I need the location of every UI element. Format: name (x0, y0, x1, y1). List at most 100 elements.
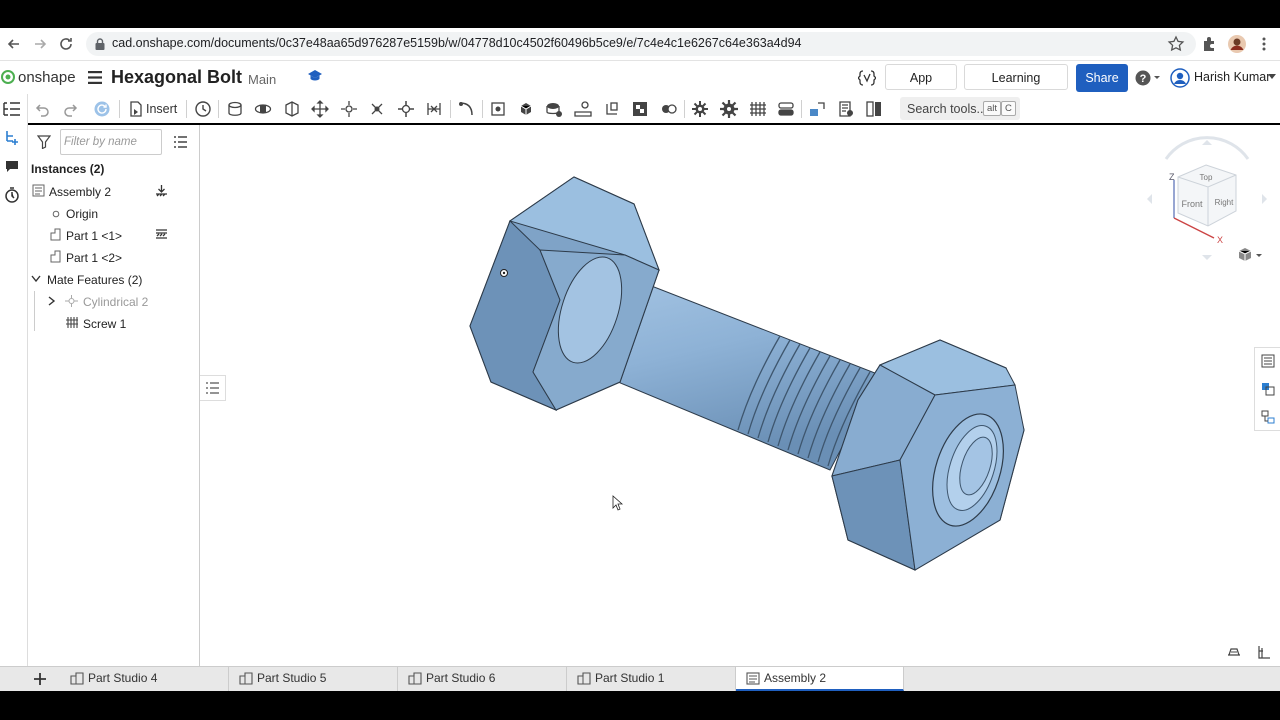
share-button[interactable]: Share (1076, 64, 1128, 92)
tangent-mate-icon[interactable] (457, 100, 475, 118)
tree-item-part-1-1[interactable]: Part 1 <1> (28, 225, 199, 247)
learning-center-button[interactable]: Learning Center (964, 64, 1068, 111)
help-icon[interactable]: ? (1135, 70, 1161, 86)
profile-avatar-icon[interactable] (1227, 34, 1247, 54)
tab-part-studio-4[interactable]: Part Studio 4 (60, 667, 229, 691)
linear-relation-icon[interactable] (631, 100, 649, 118)
instances-header[interactable]: Instances (2) (31, 162, 104, 176)
part-studio-icon (70, 672, 84, 685)
render-mode-icon[interactable] (1226, 645, 1242, 659)
planar-mate-icon[interactable] (311, 100, 329, 118)
belt-relation-icon[interactable] (777, 100, 795, 118)
hamburger-menu-icon[interactable] (88, 71, 102, 84)
mate-features-label: Mate Features (2) (47, 273, 143, 287)
bookmark-star-icon[interactable] (1166, 34, 1186, 54)
part-studio-icon (239, 672, 253, 685)
fastened-mate-icon[interactable] (226, 100, 244, 118)
fixed-ground-icon[interactable] (155, 184, 168, 198)
variable-studio-icon[interactable] (858, 70, 876, 86)
revolute-mate-icon[interactable] (254, 100, 272, 118)
tab-label: Part Studio 5 (257, 671, 327, 685)
properties-list-icon[interactable] (1261, 354, 1275, 368)
learning-cap-icon[interactable] (307, 69, 323, 83)
list-view-icon[interactable] (174, 136, 187, 148)
replicate-clock-icon[interactable] (194, 100, 212, 118)
insert-mate-connector-icon[interactable] (4, 130, 20, 146)
named-positions-icon[interactable] (865, 100, 883, 118)
user-name[interactable]: Harish Kumar (1194, 70, 1270, 84)
chevron-right-icon[interactable] (48, 296, 56, 306)
tab-part-studio-5[interactable]: Part Studio 5 (229, 667, 398, 691)
search-tools-box[interactable]: Search tools... alt C (900, 97, 1020, 120)
tab-part-studio-6[interactable]: Part Studio 6 (398, 667, 567, 691)
undo-icon[interactable] (33, 100, 51, 118)
tree-item-part-1-2[interactable]: Part 1 <2> (28, 247, 199, 269)
parallel-mate-icon[interactable] (425, 100, 443, 118)
reload-icon[interactable] (56, 34, 76, 54)
feature-list-icon[interactable] (3, 101, 21, 117)
chevron-down-icon[interactable] (31, 275, 41, 283)
instances-tree-icon[interactable] (1261, 410, 1275, 424)
gear-settings-icon[interactable] (691, 100, 709, 118)
graphics-viewport[interactable]: Top Front Right Z X (200, 125, 1280, 666)
back-arrow-icon[interactable] (4, 34, 24, 54)
rack-pinion-icon[interactable] (574, 100, 592, 118)
tree-item-assembly[interactable]: Assembly 2 (28, 181, 199, 203)
ball-mate-icon[interactable] (397, 100, 415, 118)
redo-icon[interactable] (62, 100, 80, 118)
insert-button-label[interactable]: Insert (146, 102, 177, 116)
tree-item-origin[interactable]: Origin (28, 203, 199, 225)
gear-relation-icon[interactable] (545, 100, 563, 118)
onshape-logo-icon (1, 70, 15, 84)
app-store-button[interactable]: App Store (885, 64, 957, 111)
tab-assembly-2[interactable]: Assembly 2 (736, 667, 904, 691)
pin-slot-mate-icon[interactable] (368, 100, 386, 118)
units-ruler-icon[interactable] (1256, 645, 1272, 659)
url-text: cad.onshape.com/documents/0c37e48aa65d97… (112, 36, 802, 50)
onshape-logo-text[interactable]: onshape (18, 69, 76, 86)
svg-text:?: ? (1140, 73, 1147, 85)
extensions-puzzle-icon[interactable] (1199, 34, 1219, 54)
mate-connector-icon[interactable] (489, 100, 507, 118)
tree-item-screw[interactable]: Screw 1 (28, 313, 199, 335)
app-header: onshape Hexagonal Bolt Main App Store Le… (0, 61, 1280, 111)
regenerate-icon[interactable] (93, 100, 111, 118)
document-title[interactable]: Hexagonal Bolt (111, 67, 242, 88)
part-studio-icon (577, 672, 591, 685)
cylindrical-mate-icon (64, 294, 79, 308)
slider-mate-icon[interactable] (283, 100, 301, 118)
add-tab-plus-icon[interactable] (32, 671, 48, 687)
insert-icon[interactable] (127, 100, 145, 118)
cylindrical-mate-icon[interactable] (340, 100, 358, 118)
gear-cog-icon[interactable] (720, 100, 738, 118)
lock-icon (94, 37, 106, 51)
screw-relation-icon[interactable] (603, 100, 621, 118)
section-view-icon[interactable] (837, 100, 855, 118)
tab-label: Part Studio 4 (88, 671, 158, 685)
tab-part-studio-1[interactable]: Part Studio 1 (567, 667, 736, 691)
history-timer-icon[interactable] (4, 187, 20, 203)
tree-item-cylindrical[interactable]: Cylindrical 2 (28, 291, 199, 313)
shortcut-key-alt: alt (983, 101, 1002, 116)
appearance-cube-icon[interactable] (1261, 382, 1275, 396)
view-cube[interactable]: Top Front Right Z X (1144, 135, 1270, 265)
user-menu-chevron-icon[interactable] (1268, 74, 1276, 80)
view-options-icon[interactable] (1236, 247, 1266, 263)
filter-funnel-icon[interactable] (37, 135, 51, 149)
measure-icon[interactable] (808, 100, 826, 118)
browser-menu-icon[interactable] (1254, 34, 1274, 54)
comments-icon[interactable] (4, 158, 20, 174)
axis-z-label: Z (1169, 172, 1175, 182)
filter-input[interactable] (64, 132, 158, 152)
mate-features-header[interactable]: Mate Features (2) (28, 269, 199, 291)
bolt-nut-model[interactable] (200, 125, 1280, 666)
fixed-part-icon[interactable] (155, 229, 168, 240)
address-bar[interactable]: cad.onshape.com/documents/0c37e48aa65d97… (86, 32, 1196, 56)
explode-icon[interactable] (660, 100, 678, 118)
screw-threads-icon[interactable] (748, 100, 766, 118)
part-instance-icon (49, 250, 62, 263)
user-avatar-icon[interactable] (1170, 68, 1190, 88)
branch-label[interactable]: Main (248, 72, 276, 87)
forward-arrow-icon[interactable] (30, 34, 50, 54)
group-icon[interactable] (517, 100, 535, 118)
